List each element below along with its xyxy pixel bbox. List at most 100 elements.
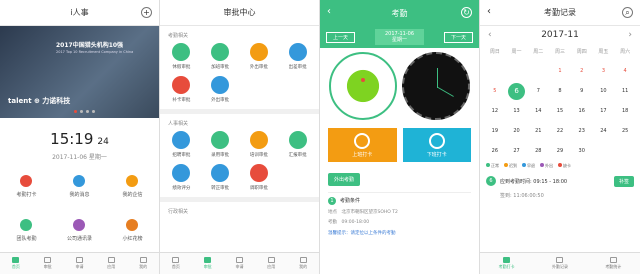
day-cell[interactable]: 21 xyxy=(527,121,549,141)
tab-item[interactable]: 外勤记录 xyxy=(533,253,586,274)
tab-item[interactable]: 首页 xyxy=(160,253,192,274)
day-cell[interactable]: 25 xyxy=(614,121,636,141)
current-time: 15:19 24 xyxy=(50,130,109,148)
day-cell[interactable]: 18 xyxy=(614,101,636,121)
approval-item[interactable]: 出差审批 xyxy=(278,43,317,76)
day-cell[interactable]: 22 xyxy=(549,121,571,141)
day-cell[interactable]: 11 xyxy=(614,81,636,101)
day-number: 22 xyxy=(556,128,564,134)
approval-label: 录用审批 xyxy=(211,153,230,158)
approval-icon xyxy=(172,76,191,94)
tab-item[interactable]: 考勤统计 xyxy=(587,253,640,274)
resign-button[interactable]: 补签 xyxy=(613,176,634,187)
day-cell[interactable]: 13 xyxy=(506,101,528,121)
day-cell[interactable]: 2 xyxy=(571,61,593,81)
tab-item[interactable]: 审批 xyxy=(32,253,64,274)
tab-label: 首页 xyxy=(11,264,20,269)
day-number: 10 xyxy=(600,88,607,94)
day-cell[interactable]: 27 xyxy=(506,141,528,161)
tab-icon xyxy=(267,257,275,263)
approval-item[interactable]: 招聘审批 xyxy=(162,131,201,164)
day-cell[interactable]: 19 xyxy=(484,121,506,141)
day-cell[interactable]: 23 xyxy=(571,121,593,141)
field-attendance-button[interactable]: 外出考勤 xyxy=(328,173,361,186)
day-cell[interactable]: 8 xyxy=(549,81,571,101)
approval-item[interactable]: 汇报审批 xyxy=(278,131,317,164)
day-cell[interactable]: 15 xyxy=(549,101,571,121)
tab-item[interactable]: 审批 xyxy=(192,253,224,274)
location-row: 地点 北京市朝阳区望京SOHO T2 xyxy=(328,210,398,215)
grid-item[interactable]: 我的企信 xyxy=(106,175,159,219)
approval-item[interactable]: 录用审批 xyxy=(201,131,240,164)
approval-icon xyxy=(172,164,191,182)
clock-in-card[interactable]: 上班打卡 xyxy=(328,128,397,162)
tab-item[interactable]: 应用 xyxy=(255,253,287,274)
day-cell[interactable]: 3 xyxy=(593,61,615,81)
day-cell[interactable]: 9 xyxy=(571,81,593,101)
day-cell[interactable]: 17 xyxy=(593,101,615,121)
day-cell[interactable]: 10 xyxy=(593,81,615,101)
search-icon[interactable]: ⌕ xyxy=(622,7,633,18)
day-cell[interactable]: 5 xyxy=(484,81,506,101)
tab-item[interactable]: 考勤打卡 xyxy=(480,253,533,274)
day-cell[interactable]: 6 xyxy=(506,81,528,101)
day-cell[interactable]: 12 xyxy=(484,101,506,121)
prev-month-icon[interactable]: ‹ xyxy=(488,30,492,40)
approval-item[interactable]: 外出审批 xyxy=(201,76,240,109)
approval-icon xyxy=(211,164,230,182)
approval-item[interactable]: 加班审批 xyxy=(201,43,240,76)
brand-logo: talent ⊕ 力诺科技 xyxy=(8,97,71,105)
day-number: 3 xyxy=(601,68,606,74)
approval-label: 休假审批 xyxy=(172,65,191,70)
day-number: 21 xyxy=(535,128,542,134)
approval-item[interactable]: 补卡审批 xyxy=(162,76,201,109)
day-cell[interactable]: 14 xyxy=(527,101,549,121)
day-cell[interactable]: 4 xyxy=(614,61,636,81)
next-day-button[interactable]: 下一天 xyxy=(443,31,473,43)
add-icon[interactable]: + xyxy=(141,7,152,18)
day-cell[interactable]: 29 xyxy=(549,141,571,161)
day-cell[interactable]: 24 xyxy=(593,121,615,141)
history-icon[interactable]: ↻ xyxy=(461,7,472,18)
approval-item[interactable]: 绩效评分 xyxy=(162,164,201,197)
approval-item[interactable]: 休假审批 xyxy=(162,43,201,76)
attendance-header: ‹ 考勤 ↻ xyxy=(320,0,479,26)
tab-icon xyxy=(139,257,147,263)
approval-screen: 审批中心 考勤相关 休假审批 加班审批 外出审批 出差审批 补卡审批 外出审批 人事相关 招聘审… xyxy=(160,0,320,274)
tab-item[interactable]: 我的 xyxy=(127,253,159,274)
tab-item[interactable]: 我的 xyxy=(287,253,319,274)
day-cell[interactable]: 26 xyxy=(484,141,506,161)
day-cell[interactable]: 20 xyxy=(506,121,528,141)
grid-item[interactable]: 考勤打卡 xyxy=(0,175,53,219)
tab-item[interactable]: 应用 xyxy=(95,253,127,274)
day-cell[interactable]: 1 xyxy=(549,61,571,81)
tab-icon xyxy=(609,257,617,263)
grid-item[interactable]: 我的消息 xyxy=(53,175,106,219)
tip-link[interactable]: 温馨提示：请定位以上条件的考勤 xyxy=(328,230,471,236)
approval-item[interactable]: 转正审批 xyxy=(201,164,240,197)
approval-icon xyxy=(211,131,230,149)
approval-item[interactable]: 外出审批 xyxy=(240,43,279,76)
tab-label: 应用 xyxy=(107,264,116,269)
next-month-icon[interactable]: › xyxy=(628,30,632,40)
day-cell[interactable]: 28 xyxy=(527,141,549,161)
banner[interactable]: 2017中国猎头机构10强 2017 Top 10 Recruitment Co… xyxy=(0,26,159,118)
day-cell[interactable]: 16 xyxy=(571,101,593,121)
month-switcher: ‹ 2017-11 › xyxy=(480,26,640,44)
day-number: 4 xyxy=(623,68,627,74)
prev-day-button[interactable]: 上一天 xyxy=(326,31,356,43)
day-cell[interactable]: 30 xyxy=(571,141,593,161)
approval-item[interactable]: 调职审批 xyxy=(240,164,279,197)
tab-item[interactable]: 申请 xyxy=(224,253,256,274)
approval-item[interactable]: 培训审批 xyxy=(240,131,279,164)
tab-item[interactable]: 申请 xyxy=(64,253,96,274)
attendance-screen: ‹ 考勤 ↻ 上一天 2017-11-06 星期一 下一天 上班打卡 下班打卡 外… xyxy=(320,0,480,274)
approval-label: 补卡审批 xyxy=(172,98,191,103)
approval-label: 外出审批 xyxy=(249,65,268,70)
day-number: 11 xyxy=(621,88,629,94)
back-icon[interactable]: ‹ xyxy=(327,7,331,17)
day-cell[interactable]: 7 xyxy=(527,81,549,101)
back-icon[interactable]: ‹ xyxy=(487,7,491,17)
clock-out-card[interactable]: 下班打卡 xyxy=(402,128,471,162)
tab-item[interactable]: 首页 xyxy=(0,253,32,274)
